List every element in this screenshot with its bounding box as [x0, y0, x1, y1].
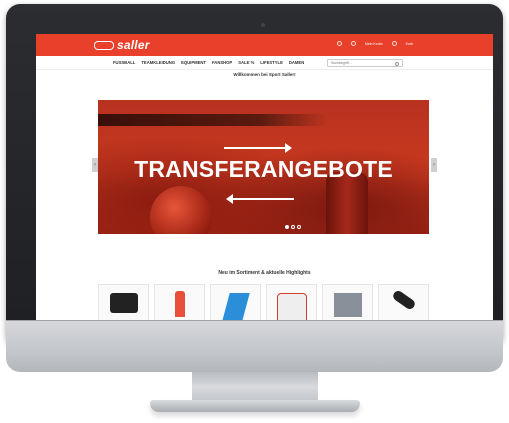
hero-headline: TRANSFERANGEBOTE: [134, 156, 393, 182]
header-actions: Mein Konto Korb: [336, 41, 413, 46]
search-icon[interactable]: [395, 61, 399, 66]
hero-banner[interactable]: ​ TRANSFERANGEBOTE: [98, 100, 429, 234]
product-image: [221, 293, 250, 321]
product-image: [276, 293, 307, 323]
top-link-account[interactable]: Mein Konto: [365, 42, 383, 46]
slider-dots: [285, 225, 301, 229]
user-icon[interactable]: [350, 41, 356, 46]
search-box[interactable]: [327, 59, 403, 67]
nav-item-fanshop[interactable]: FANSHOP: [212, 60, 232, 65]
logo-mark-icon: [94, 40, 114, 50]
nav-item-sale[interactable]: SALE %: [238, 60, 254, 65]
site-header: saller Mein Konto Korb: [36, 34, 493, 56]
product-image: [174, 291, 185, 317]
browser-screen: saller Mein Konto Korb FUSSBALL TEAMKLEI…: [36, 34, 493, 325]
welcome-title: Willkommen bei Sport Saller!: [233, 72, 296, 77]
monitor-stand-neck: [192, 372, 318, 402]
monitor-chin: [6, 320, 503, 372]
product-image: [333, 293, 362, 317]
webcam: [261, 23, 265, 27]
nav-item-equipment[interactable]: EQUIPMENT: [181, 60, 206, 65]
product-card[interactable]: [154, 284, 205, 324]
product-card[interactable]: [378, 284, 429, 324]
product-card[interactable]: [266, 284, 317, 324]
main-navigation: FUSSBALL TEAMKLEIDUNG EQUIPMENT FANSHOP …: [36, 56, 493, 70]
nav-item-teamkleidung[interactable]: TEAMKLEIDUNG: [141, 60, 175, 65]
product-image: [109, 293, 138, 313]
slider-dot[interactable]: [297, 225, 301, 229]
monitor-stand-base: [150, 400, 360, 412]
logo-text: saller: [117, 38, 150, 52]
nav-item-lifestyle[interactable]: LIFESTYLE: [260, 60, 283, 65]
slider-dot[interactable]: [291, 225, 295, 229]
search-input[interactable]: [331, 60, 391, 66]
imac-monitor: saller Mein Konto Korb FUSSBALL TEAMKLEI…: [6, 4, 503, 348]
heart-icon[interactable]: [336, 41, 342, 46]
slider-dot[interactable]: [285, 225, 289, 229]
product-row: [98, 284, 429, 324]
arrow-left-icon: [226, 194, 294, 204]
product-card[interactable]: [210, 284, 261, 324]
nav-item-damen[interactable]: DAMEN: [289, 60, 304, 65]
nav-item-fussball[interactable]: FUSSBALL: [113, 60, 135, 65]
welcome-text-line: ​: [36, 87, 493, 91]
chevron-right-icon[interactable]: ›: [431, 158, 437, 172]
highlights-title: Neu im Sortiment & aktuelle Highlights: [218, 270, 311, 276]
arrow-right-icon: [224, 143, 292, 153]
hero-stripe: [98, 114, 328, 126]
product-image: [390, 289, 417, 311]
welcome-section: Willkommen bei Sport Saller! ​ ​: [36, 72, 493, 91]
football-image: [150, 186, 212, 234]
product-card[interactable]: [98, 284, 149, 324]
top-link-cart[interactable]: Korb: [406, 42, 413, 46]
site-logo[interactable]: saller: [94, 38, 150, 52]
welcome-text-line: ​: [36, 80, 493, 84]
cart-icon[interactable]: [391, 41, 397, 46]
nav-menu: FUSSBALL TEAMKLEIDUNG EQUIPMENT FANSHOP …: [113, 60, 304, 65]
product-card[interactable]: [322, 284, 373, 324]
